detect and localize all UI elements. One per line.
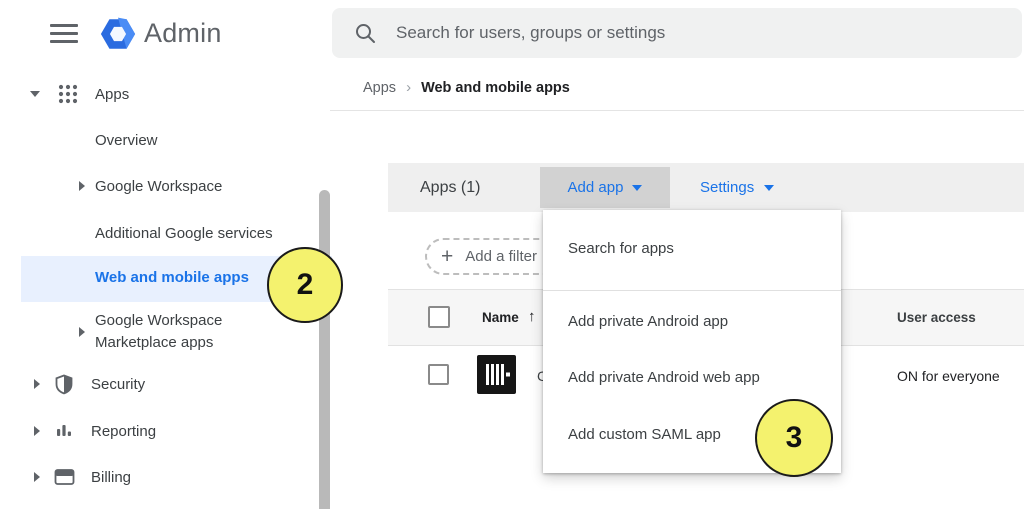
sidebar-item-label: Security: [91, 376, 145, 393]
shield-icon: [54, 374, 74, 395]
plus-icon: +: [441, 246, 453, 267]
add-app-button[interactable]: Add app: [540, 167, 670, 208]
chevron-down-icon: [764, 185, 774, 191]
apps-count-title: Apps (1): [420, 163, 480, 212]
menu-item-add-private-android-app[interactable]: Add private Android app: [568, 313, 728, 330]
sidebar-scrollbar[interactable]: [319, 190, 330, 509]
user-access-cell: ON for everyone: [897, 368, 1000, 384]
sidebar-item-label: Additional Google services: [95, 225, 273, 242]
column-header-user-access: User access: [897, 310, 976, 325]
google-admin-logo-icon: [99, 15, 137, 53]
sidebar-item-apps[interactable]: Apps: [30, 80, 129, 108]
select-all-checkbox[interactable]: [428, 306, 450, 328]
sidebar-item-security[interactable]: Security: [34, 370, 145, 398]
divider: [543, 290, 841, 291]
chevron-right-icon: [34, 472, 40, 482]
breadcrumb-parent-link[interactable]: Apps: [363, 80, 396, 96]
app-logo-icon: [477, 355, 516, 394]
admin-console-window: Admin Apps › Web and mobile apps Apps Ov…: [0, 0, 1024, 509]
search-bar[interactable]: [332, 8, 1022, 58]
divider: [330, 110, 1024, 111]
chevron-right-icon: [34, 426, 40, 436]
sidebar-item-reporting[interactable]: Reporting: [34, 417, 156, 445]
menu-item-add-private-android-web-app[interactable]: Add private Android web app: [568, 369, 760, 386]
breadcrumb-current: Web and mobile apps: [421, 80, 570, 96]
breadcrumb: Apps › Web and mobile apps: [363, 79, 570, 96]
settings-button-label: Settings: [700, 179, 754, 196]
search-icon: [354, 22, 376, 44]
row-checkbox[interactable]: [428, 364, 449, 385]
credit-card-icon: [54, 468, 75, 486]
chevron-right-icon: [79, 181, 85, 191]
sidebar-item-overview[interactable]: Overview: [95, 126, 158, 154]
settings-button[interactable]: Settings: [700, 163, 774, 212]
sidebar-item-label: Reporting: [91, 423, 156, 440]
sidebar-item-label: Web and mobile apps: [95, 269, 249, 286]
sidebar-item-google-workspace[interactable]: Google Workspace: [79, 172, 222, 200]
add-app-button-label: Add app: [568, 179, 624, 196]
sidebar-item-additional-google-services[interactable]: Additional Google services: [95, 219, 273, 247]
menu-item-add-custom-saml-app[interactable]: Add custom SAML app: [568, 426, 721, 443]
sidebar-item-label: Apps: [95, 86, 129, 103]
sidebar-item-label: Google Workspace Marketplace apps: [95, 310, 222, 354]
annotation-step-3-badge: 3: [755, 399, 833, 477]
sidebar-item-billing[interactable]: Billing: [34, 463, 131, 491]
apps-grid-icon: [57, 83, 79, 105]
sidebar-item-label: Google Workspace: [95, 178, 222, 195]
annotation-step-2-badge: 2: [267, 247, 343, 323]
bar-chart-icon: [54, 421, 74, 441]
hamburger-menu-icon[interactable]: [50, 24, 78, 44]
menu-item-search-for-apps[interactable]: Search for apps: [568, 240, 674, 257]
chevron-right-icon: [34, 379, 40, 389]
breadcrumb-separator: ›: [406, 79, 411, 96]
search-input[interactable]: [396, 23, 956, 43]
add-filter-label: Add a filter: [465, 248, 537, 265]
sidebar-item-label: Overview: [95, 132, 158, 149]
chevron-down-icon: [30, 91, 40, 97]
sort-ascending-icon[interactable]: ↑: [528, 308, 536, 325]
product-title: Admin: [144, 18, 222, 49]
chevron-down-icon: [632, 185, 642, 191]
chevron-right-icon: [79, 327, 85, 337]
sidebar-item-gw-marketplace-apps[interactable]: Google Workspace Marketplace apps: [79, 308, 222, 356]
sidebar-item-label: Billing: [91, 469, 131, 486]
column-header-name[interactable]: Name: [482, 310, 519, 325]
